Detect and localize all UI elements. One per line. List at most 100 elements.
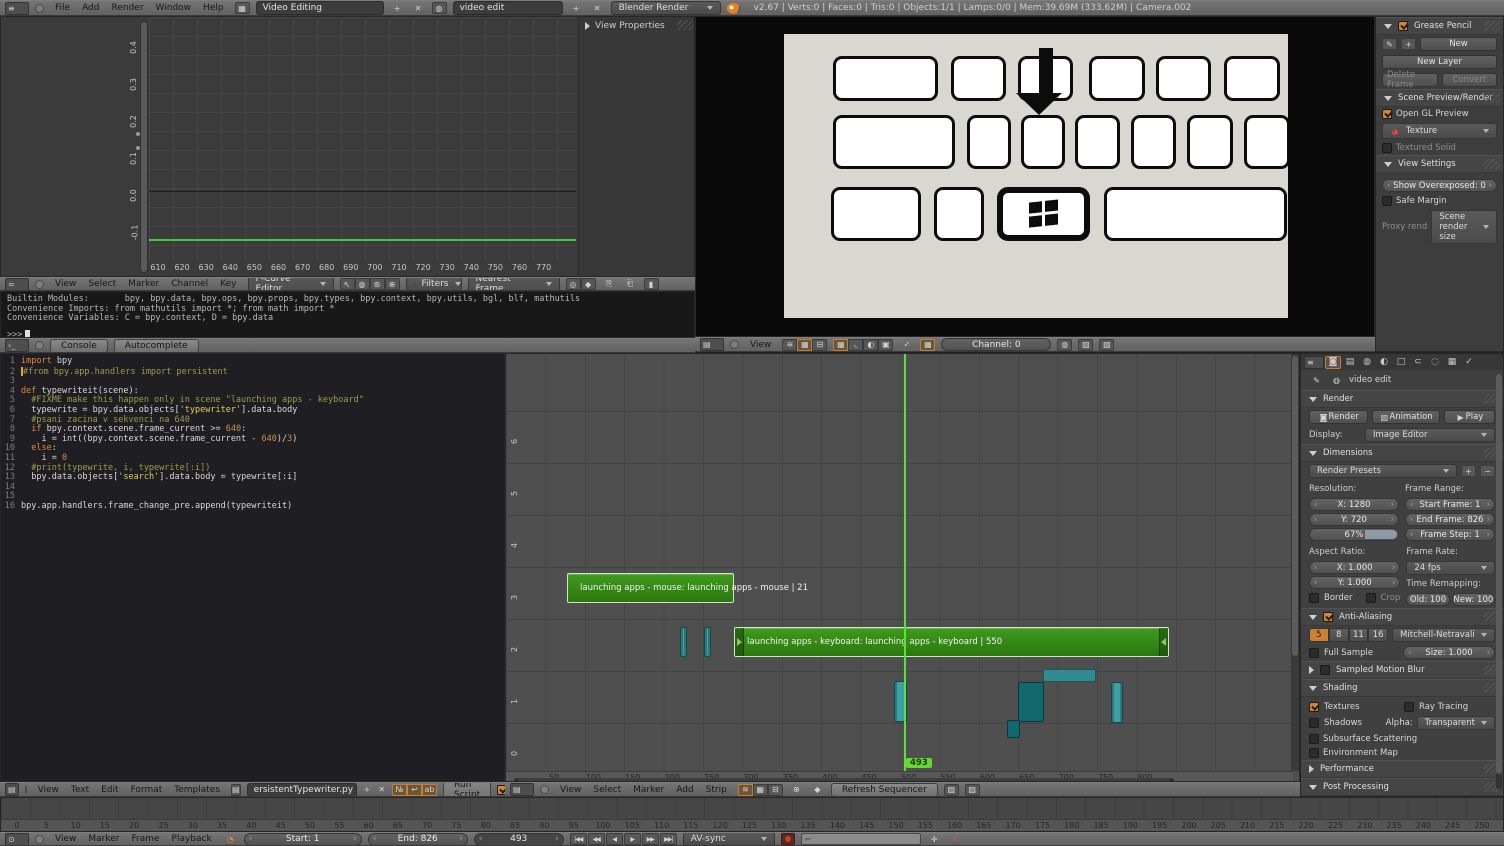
menu-view[interactable]: View bbox=[50, 833, 81, 845]
menu-render[interactable]: Render bbox=[107, 2, 149, 14]
strip-fx-b[interactable] bbox=[704, 627, 711, 657]
syntax-highlight-toggle-icon[interactable]: ab bbox=[422, 784, 437, 796]
add-preset-icon[interactable]: + bbox=[1461, 465, 1476, 477]
panel-collapse-icon[interactable] bbox=[1309, 666, 1314, 674]
menu-frame[interactable]: Frame bbox=[126, 833, 164, 845]
aa-samples-16[interactable]: 16 bbox=[1368, 628, 1388, 642]
add-layout-icon[interactable]: + bbox=[390, 2, 405, 14]
code-area[interactable]: 1import bpy2#from bpy.app.handlers impor… bbox=[1, 357, 504, 512]
menu-channel[interactable]: Channel bbox=[166, 278, 213, 290]
tab-physics[interactable]: ◌ bbox=[1427, 356, 1443, 369]
menu-marker[interactable]: Marker bbox=[123, 278, 164, 290]
play-button[interactable]: ▶ bbox=[624, 833, 641, 845]
convert-button[interactable]: Convert bbox=[1442, 73, 1498, 87]
menu-strip[interactable]: Strip bbox=[701, 784, 732, 796]
tab-render[interactable]: ◙ bbox=[1325, 356, 1341, 369]
insert-keyframe-icon[interactable]: ✛ bbox=[927, 833, 942, 845]
line-numbers-toggle-icon[interactable]: № bbox=[392, 784, 407, 796]
frame-rate-select[interactable]: 24 fps bbox=[1406, 561, 1495, 575]
menu-select[interactable]: Select bbox=[83, 278, 121, 290]
show-selected-icon[interactable]: ↖ bbox=[340, 278, 355, 290]
strip-clip-3[interactable] bbox=[1043, 669, 1096, 682]
sss-checkbox[interactable] bbox=[1309, 734, 1319, 744]
current-frame-field[interactable]: 493 bbox=[474, 833, 564, 846]
start-frame-field[interactable]: Start: 1 bbox=[244, 833, 362, 846]
remap-old-field[interactable]: Old: 100 bbox=[1406, 593, 1449, 606]
texture-mode-select[interactable]: ◕Texture bbox=[1382, 123, 1497, 139]
menu-key[interactable]: Key bbox=[215, 278, 241, 290]
display-vectorscope-icon[interactable]: ◐ bbox=[863, 339, 878, 351]
opengl-preview-checkbox[interactable] bbox=[1382, 109, 1392, 119]
menu-view[interactable]: View bbox=[555, 784, 586, 796]
paste-keyframes-icon[interactable]: ⎗ bbox=[623, 278, 638, 290]
show-overexposed-slider[interactable]: Show Overexposed: 0 bbox=[1382, 179, 1497, 192]
snap-icon[interactable]: ◆ bbox=[810, 784, 825, 796]
play-reverse-button[interactable]: ◀ bbox=[606, 833, 623, 845]
refresh-sequencer-button[interactable]: Refresh Sequencer bbox=[831, 783, 938, 797]
ghost-curves-icon[interactable]: ◍ bbox=[355, 278, 370, 290]
editor-type-sequencer-icon[interactable]: ▤ bbox=[510, 783, 534, 796]
grease-pencil-checkbox[interactable] bbox=[1398, 21, 1408, 31]
new-clip-icon[interactable]: ▧ bbox=[1078, 339, 1093, 351]
aspect-y-field[interactable]: Y: 1.000 bbox=[1309, 576, 1400, 589]
menu-window[interactable]: Window bbox=[151, 2, 197, 14]
proxy-render-select[interactable]: Scene render size bbox=[1431, 210, 1497, 244]
delete-frame-button[interactable]: Delete Frame bbox=[1382, 73, 1438, 87]
ray-tracing-checkbox[interactable] bbox=[1404, 702, 1414, 712]
border-checkbox[interactable] bbox=[1309, 593, 1319, 603]
filters-button[interactable]: Filters bbox=[406, 277, 462, 291]
editor-type-timeline-icon[interactable]: ⊙ bbox=[5, 833, 29, 846]
fcurve-grid[interactable] bbox=[149, 17, 576, 262]
strip-handle-left[interactable] bbox=[735, 628, 744, 656]
menu-file[interactable]: File bbox=[50, 2, 75, 14]
tab-constraints[interactable]: ⊂ bbox=[1410, 356, 1426, 369]
pencil-icon[interactable]: ✎ bbox=[1382, 38, 1397, 50]
timeline[interactable]: 0510152025303540455055606570758085909510… bbox=[0, 797, 1504, 832]
view-sequence-icon[interactable]: ≋ bbox=[738, 784, 753, 796]
menu-help[interactable]: Help bbox=[198, 2, 229, 14]
env-map-checkbox[interactable] bbox=[1309, 748, 1319, 758]
strip-fx-a[interactable] bbox=[680, 627, 687, 657]
animation-button[interactable]: ▧Animation bbox=[1372, 410, 1440, 424]
scene-icon[interactable]: ◍ bbox=[432, 2, 447, 14]
unlink-text-icon[interactable]: ✕ bbox=[377, 784, 386, 796]
autocomplete-button[interactable]: Autocomplete bbox=[114, 339, 199, 353]
clock-icon[interactable]: ◔ bbox=[223, 833, 238, 845]
full-sample-checkbox[interactable] bbox=[1309, 648, 1319, 658]
view-both-icon[interactable]: ⊟ bbox=[768, 784, 783, 796]
start-frame-field[interactable]: Start Frame: 1 bbox=[1405, 498, 1495, 511]
frame-step-field[interactable]: Frame Step: 1 bbox=[1405, 528, 1495, 541]
strip-clip-4[interactable] bbox=[1007, 720, 1020, 738]
view-settings-panel-title[interactable]: View Settings bbox=[1398, 159, 1456, 169]
word-wrap-toggle-icon[interactable]: ↩ bbox=[407, 784, 422, 796]
current-frame-line[interactable] bbox=[904, 354, 906, 771]
textured-solid-checkbox[interactable] bbox=[1382, 143, 1392, 153]
zoom-border-icon[interactable]: ⊕ bbox=[789, 784, 804, 796]
alpha-select[interactable]: Transparent bbox=[1417, 716, 1495, 730]
jump-end-button[interactable]: ▶▶| bbox=[660, 833, 677, 845]
screen-layout-field[interactable]: Video Editing bbox=[256, 1, 384, 15]
properties-scrollbar[interactable] bbox=[1496, 374, 1502, 789]
close-scene-icon[interactable]: ✕ bbox=[590, 2, 605, 14]
zoom-region-icon[interactable]: ⊕ bbox=[385, 278, 400, 290]
fcurve-mode-select[interactable]: F-Curve Editor bbox=[248, 277, 334, 291]
panel-collapse-icon[interactable] bbox=[1384, 162, 1392, 167]
panel-resize-grip[interactable] bbox=[677, 20, 693, 30]
tab-data[interactable]: ✓ bbox=[1461, 356, 1477, 369]
console-button[interactable]: Console bbox=[50, 339, 108, 353]
menu-text[interactable]: Text bbox=[66, 784, 94, 796]
editor-type-properties-icon[interactable]: ≡ bbox=[1304, 356, 1324, 369]
new-layer-button[interactable]: New Layer bbox=[1382, 55, 1497, 69]
menu-edit[interactable]: Edit bbox=[96, 784, 123, 796]
aa-samples-5[interactable]: 5 bbox=[1309, 628, 1329, 642]
panel-collapse-icon[interactable] bbox=[1309, 397, 1317, 402]
aa-samples-11[interactable]: 11 bbox=[1349, 628, 1369, 642]
motion-blur-panel-title[interactable]: Sampled Motion Blur bbox=[1336, 665, 1425, 675]
strip-clip-5[interactable] bbox=[1111, 682, 1123, 723]
editor-type-text-icon[interactable]: ▤ bbox=[5, 783, 19, 796]
panel-collapse-icon[interactable] bbox=[1309, 785, 1317, 790]
dimensions-panel-title[interactable]: Dimensions bbox=[1323, 448, 1373, 458]
panel-collapse-icon[interactable] bbox=[1384, 24, 1392, 29]
tab-object[interactable]: □ bbox=[1393, 356, 1409, 369]
run-script-button[interactable]: Run Script bbox=[443, 782, 491, 797]
